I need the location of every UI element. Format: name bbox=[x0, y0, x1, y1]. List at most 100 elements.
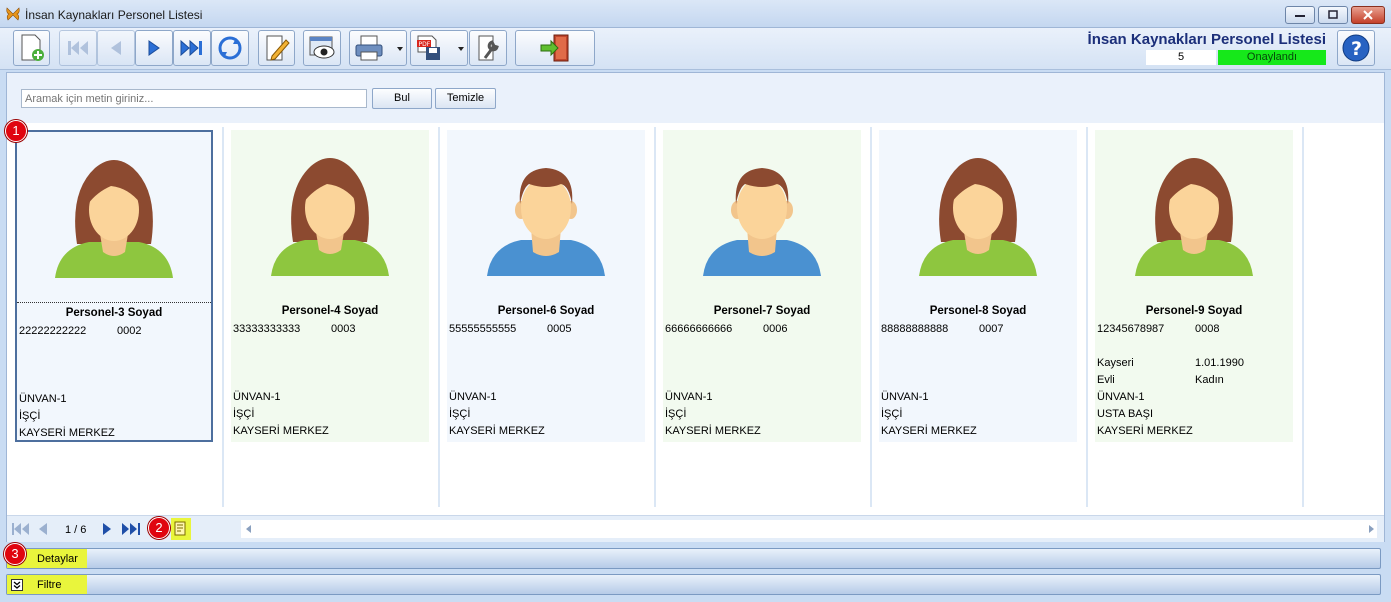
personnel-position: İŞÇİ bbox=[665, 408, 687, 420]
new-document-icon bbox=[21, 34, 44, 61]
status-badge: Onaylandı bbox=[1218, 50, 1326, 65]
male-avatar-icon bbox=[703, 168, 821, 276]
personnel-photo bbox=[17, 132, 211, 302]
callout-badge: 2 bbox=[148, 517, 170, 539]
help-button[interactable]: ? bbox=[1337, 30, 1375, 66]
callout-badge: 1 bbox=[5, 120, 27, 142]
print-button[interactable] bbox=[349, 30, 407, 66]
last-record-button[interactable] bbox=[173, 30, 211, 66]
personnel-card[interactable]: Personel-4 Soyad 33333333333 0003 ÜNVAN-… bbox=[231, 130, 429, 442]
personnel-marital-status: Evli bbox=[1097, 374, 1115, 386]
personnel-department: KAYSERİ MERKEZ bbox=[233, 425, 329, 437]
personnel-id-number: 88888888888 bbox=[881, 323, 949, 335]
layout-toggle-button[interactable] bbox=[171, 518, 191, 540]
personnel-position: İŞÇİ bbox=[449, 408, 471, 420]
personnel-department: KAYSERİ MERKEZ bbox=[1097, 425, 1193, 437]
pdf-save-icon: PDF bbox=[417, 35, 440, 60]
search-bar: Bul Temizle bbox=[7, 73, 1384, 123]
pdf-dropdown-arrow[interactable] bbox=[458, 47, 464, 51]
window-title: İnsan Kaynakları Personel Listesi bbox=[25, 8, 203, 22]
maximize-button[interactable] bbox=[1318, 6, 1348, 24]
close-button[interactable] bbox=[1351, 6, 1385, 24]
personnel-name: Personel-8 Soyad bbox=[929, 305, 1027, 317]
preview-button[interactable] bbox=[303, 30, 341, 66]
personnel-card[interactable]: Personel-6 Soyad 55555555555 0005 ÜNVAN-… bbox=[447, 130, 645, 442]
search-input[interactable] bbox=[21, 89, 367, 108]
previous-icon bbox=[111, 41, 121, 55]
personnel-name: Personel-6 Soyad bbox=[497, 305, 595, 317]
first-record-button[interactable] bbox=[59, 30, 97, 66]
personnel-code: 0005 bbox=[547, 323, 572, 335]
personnel-title: ÜNVAN-1 bbox=[449, 391, 497, 403]
personnel-title: ÜNVAN-1 bbox=[19, 393, 67, 405]
expand-chevron-icon[interactable] bbox=[11, 579, 23, 591]
nav-next-icon[interactable] bbox=[101, 522, 113, 536]
refresh-icon bbox=[218, 36, 242, 60]
filter-panel-header[interactable]: Filtre bbox=[6, 574, 1381, 595]
restore-icon bbox=[1328, 10, 1338, 19]
horizontal-scrollbar[interactable] bbox=[241, 520, 1377, 538]
column-separator bbox=[222, 127, 224, 507]
svg-text:?: ? bbox=[1351, 38, 1362, 60]
previous-record-button[interactable] bbox=[97, 30, 135, 66]
personnel-position: USTA BAŞI bbox=[1097, 408, 1154, 420]
scroll-right-icon[interactable] bbox=[1367, 524, 1375, 534]
personnel-name: Personel-7 Soyad bbox=[713, 305, 811, 317]
first-icon bbox=[68, 41, 88, 55]
focus-divider bbox=[17, 302, 211, 303]
personnel-name: Personel-3 Soyad bbox=[65, 307, 163, 319]
female-avatar-icon bbox=[919, 158, 1037, 276]
personnel-title: ÜNVAN-1 bbox=[881, 391, 929, 403]
nav-first-icon[interactable] bbox=[11, 522, 31, 536]
personnel-id-number: 55555555555 bbox=[449, 323, 517, 335]
personnel-position: İŞÇİ bbox=[881, 408, 903, 420]
toolbar: PDF İnsan Kaynakları Personel Listesi 5 … bbox=[0, 28, 1391, 70]
personnel-code: 0003 bbox=[331, 323, 356, 335]
find-button[interactable]: Bul bbox=[372, 88, 432, 109]
personnel-gender: Kadın bbox=[1195, 374, 1224, 386]
page-indicator: 1 / 6 bbox=[65, 524, 87, 536]
personnel-department: KAYSERİ MERKEZ bbox=[449, 425, 545, 437]
new-record-button[interactable] bbox=[13, 30, 50, 66]
scroll-left-icon[interactable] bbox=[245, 524, 253, 534]
next-record-button[interactable] bbox=[135, 30, 173, 66]
personnel-card[interactable]: Personel-3 Soyad 22222222222 0002 ÜNVAN-… bbox=[15, 130, 213, 442]
exit-button[interactable] bbox=[515, 30, 595, 66]
edit-button[interactable] bbox=[258, 30, 295, 66]
settings-button[interactable] bbox=[469, 30, 507, 66]
personnel-card[interactable]: Personel-7 Soyad 66666666666 0006 ÜNVAN-… bbox=[663, 130, 861, 442]
record-navigator: 1 / 6 bbox=[7, 515, 1384, 542]
column-separator bbox=[438, 127, 440, 507]
last-icon bbox=[180, 39, 202, 57]
details-panel-header[interactable]: Detaylar bbox=[6, 548, 1381, 569]
wrench-icon bbox=[478, 35, 499, 61]
personnel-photo bbox=[231, 130, 429, 300]
personnel-name: Personel-9 Soyad bbox=[1145, 305, 1243, 317]
pdf-export-button[interactable]: PDF bbox=[410, 30, 468, 66]
personnel-birth-date: 1.01.1990 bbox=[1195, 357, 1244, 369]
details-label: Detaylar bbox=[37, 553, 78, 565]
refresh-button[interactable] bbox=[211, 30, 249, 66]
personnel-department: KAYSERİ MERKEZ bbox=[665, 425, 761, 437]
personnel-photo bbox=[879, 130, 1077, 300]
nav-last-icon[interactable] bbox=[121, 522, 143, 536]
nav-previous-icon[interactable] bbox=[37, 522, 49, 536]
help-icon: ? bbox=[1342, 34, 1370, 62]
print-dropdown-arrow[interactable] bbox=[397, 47, 403, 51]
main-panel: Bul Temizle Personel-3 Soyad 22222222222… bbox=[6, 72, 1385, 542]
minimize-icon bbox=[1295, 15, 1305, 17]
personnel-department: KAYSERİ MERKEZ bbox=[881, 425, 977, 437]
edit-pencil-icon bbox=[266, 35, 290, 61]
personnel-city: Kayseri bbox=[1097, 357, 1134, 369]
personnel-position: İŞÇİ bbox=[233, 408, 255, 420]
personnel-card[interactable]: Personel-8 Soyad 88888888888 0007 ÜNVAN-… bbox=[879, 130, 1077, 442]
minimize-button[interactable] bbox=[1285, 6, 1315, 24]
clear-button[interactable]: Temizle bbox=[435, 88, 496, 109]
personnel-photo bbox=[663, 130, 861, 300]
personnel-photo bbox=[1095, 130, 1293, 300]
personnel-card[interactable]: Personel-9 Soyad 12345678987 0008 Kayser… bbox=[1095, 130, 1293, 442]
personnel-id-number: 66666666666 bbox=[665, 323, 733, 335]
callout-badge: 3 bbox=[4, 543, 26, 565]
preview-eye-icon bbox=[309, 36, 335, 59]
butterfly-app-icon bbox=[6, 7, 20, 21]
